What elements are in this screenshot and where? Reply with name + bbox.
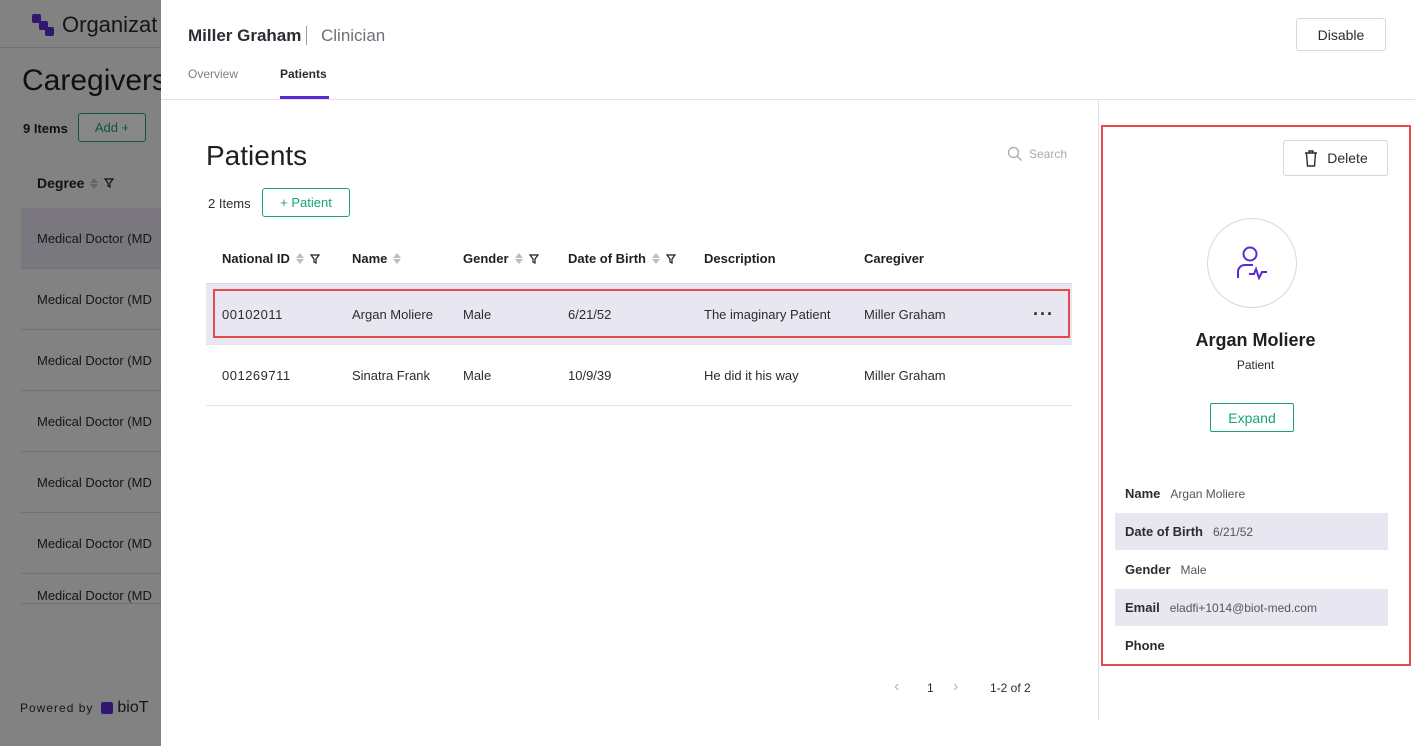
active-tab-indicator: [280, 96, 329, 99]
column-label: Gender: [463, 251, 509, 266]
user-modal: Miller Graham Clinician Disable Overview…: [161, 0, 1415, 746]
column-label: Caregiver: [864, 251, 924, 266]
patient-name: Argan Moliere: [1195, 330, 1316, 350]
cell-date-of-birth: 10/9/39: [568, 368, 612, 383]
detail-field-gender: Gender Male: [1115, 551, 1388, 588]
field-label: Email: [1125, 600, 1160, 615]
field-value: Argan Moliere: [1170, 486, 1246, 501]
column-header-national-id[interactable]: National ID: [222, 251, 320, 266]
field-label: Name: [1125, 486, 1161, 501]
detail-field-email: Email eladfi+1014@biot-med.com: [1115, 589, 1388, 626]
search-placeholder: Search: [1029, 147, 1068, 161]
user-role: Clinician: [321, 26, 386, 45]
filter-icon[interactable]: [309, 253, 320, 264]
cell-national-id: 001269711: [222, 368, 291, 383]
user-name: Miller Graham: [188, 26, 302, 45]
delete-button[interactable]: Delete: [1283, 140, 1388, 176]
column-label: Name: [352, 251, 388, 266]
patient-icon: [1237, 246, 1267, 281]
cell-name: Sinatra Frank: [352, 368, 431, 383]
field-label: Phone: [1125, 638, 1165, 653]
header-divider: [306, 26, 307, 45]
column-header-name[interactable]: Name: [352, 251, 402, 266]
field-label: Date of Birth: [1125, 524, 1203, 539]
detail-field-name: Name Argan Moliere: [1115, 475, 1388, 512]
filter-icon[interactable]: [528, 253, 539, 264]
detail-field-phone: Phone: [1115, 627, 1388, 664]
field-value: Male: [1180, 562, 1207, 577]
detail-field-date-of-birth: Date of Birth 6/21/52: [1115, 513, 1388, 550]
search-input[interactable]: Search: [1007, 146, 1067, 162]
selected-row-highlight: [213, 289, 1070, 338]
field-label: Gender: [1125, 562, 1171, 577]
add-patient-button[interactable]: + Patient: [262, 188, 350, 217]
field-value: 6/21/52: [1213, 524, 1254, 539]
delete-label: Delete: [1327, 150, 1368, 166]
sort-icon[interactable]: [514, 253, 523, 264]
panel-divider: [1098, 100, 1099, 720]
column-label: Description: [704, 251, 776, 266]
items-count: 2 Items: [208, 196, 251, 211]
search-icon: [1007, 146, 1022, 161]
sort-icon[interactable]: [295, 253, 304, 264]
sort-icon[interactable]: [652, 253, 660, 264]
column-header-description[interactable]: Description: [704, 251, 776, 266]
cell-description: He did it his way: [704, 368, 799, 383]
tab-patients[interactable]: Patients: [280, 67, 327, 81]
patient-detail-panel: Delete Argan Moliere Patient Expand Name…: [1101, 125, 1411, 666]
patient-role: Patient: [1236, 358, 1275, 372]
cell-gender: Male: [463, 368, 492, 383]
column-header-date-of-birth[interactable]: Date of Birth: [568, 251, 676, 266]
page-number[interactable]: 1: [927, 681, 934, 695]
column-label: Date of Birth: [568, 251, 646, 266]
tab-overview[interactable]: Overview: [188, 67, 238, 81]
prev-page-icon[interactable]: ‹: [894, 678, 899, 696]
trash-icon: [1305, 150, 1318, 167]
sort-icon[interactable]: [393, 253, 402, 264]
column-header-gender[interactable]: Gender: [463, 251, 539, 266]
section-title: Patients: [206, 140, 308, 171]
avatar: [1207, 218, 1297, 308]
disable-button[interactable]: Disable: [1296, 18, 1386, 51]
filter-icon[interactable]: [666, 253, 676, 264]
expand-button[interactable]: Expand: [1210, 403, 1294, 432]
column-label: National ID: [222, 251, 290, 266]
modal-header: Miller Graham Clinician Disable Overview…: [161, 0, 1415, 100]
table-row[interactable]: 001269711 Sinatra Frank Male 10/9/39 He …: [206, 345, 1072, 406]
table-header: National ID Name Gender Date of Birth De…: [206, 230, 1072, 284]
field-value: eladfi+1014@biot-med.com: [1169, 600, 1317, 615]
column-header-caregiver[interactable]: Caregiver: [864, 251, 924, 266]
pagination-range: 1-2 of 2: [990, 681, 1031, 695]
next-page-icon[interactable]: ›: [953, 678, 958, 696]
cell-caregiver: Miller Graham: [864, 368, 946, 383]
